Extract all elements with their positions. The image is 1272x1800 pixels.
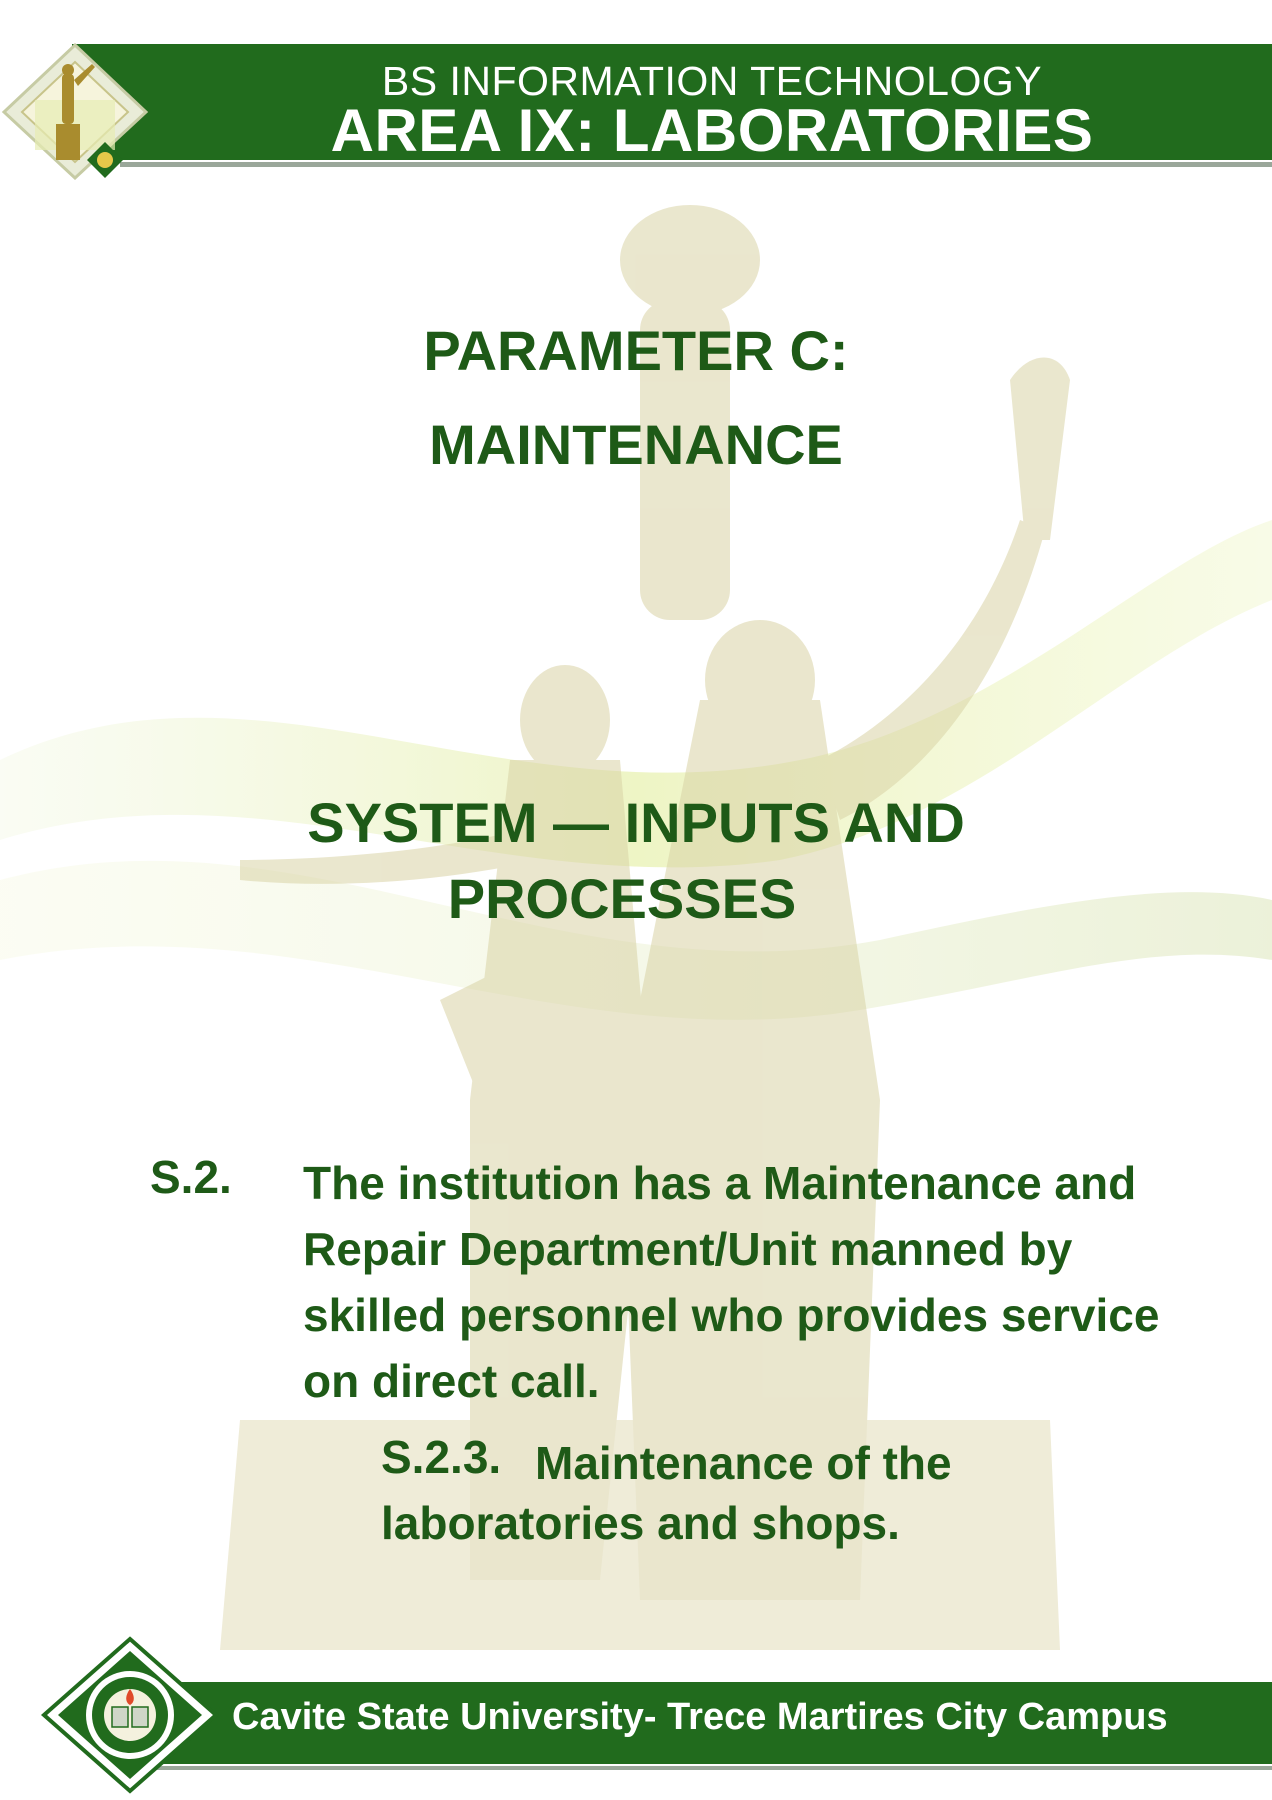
campus-name: Cavite State University- Trece Martires … (232, 1696, 1168, 1738)
standard-label: S.2. (150, 1151, 232, 1203)
document-page: BS INFORMATION TECHNOLOGY AREA IX: LABOR… (0, 0, 1272, 1800)
sub-standard-text-line1: Maintenance of the (535, 1437, 952, 1489)
parameter-title: PARAMETER C: (423, 319, 849, 382)
parameter-subtitle: MAINTENANCE (429, 413, 843, 476)
system-heading-line2: PROCESSES (447, 867, 797, 930)
university-seal-icon (40, 1636, 220, 1794)
sub-standard-text-line2: laboratories and shops. (381, 1497, 900, 1549)
statue-diamond-logo-icon (1, 42, 149, 180)
area-title: AREA IX: LABORATORIES (330, 97, 1094, 164)
standard-text: The institution has a Maintenance and Re… (303, 1157, 1160, 1407)
sub-standard-label: S.2.3. (381, 1431, 502, 1483)
system-heading-line1: SYSTEM — INPUTS AND (307, 791, 965, 854)
footer-rule (120, 1766, 1272, 1770)
